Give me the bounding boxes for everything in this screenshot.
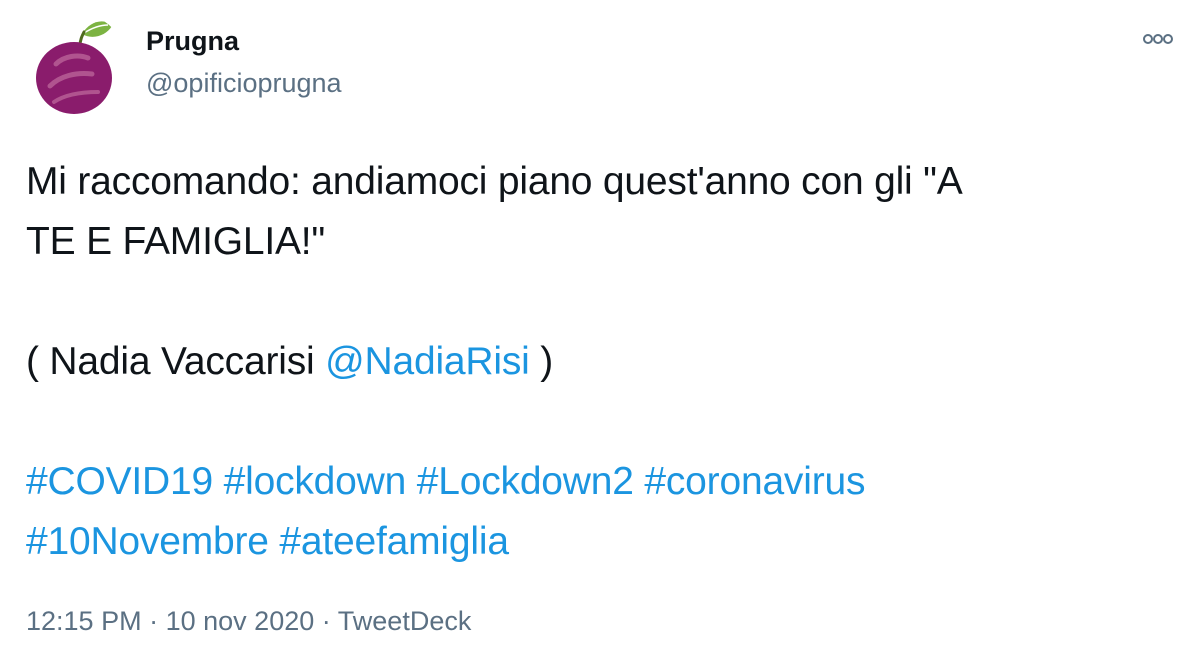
meta-separator: · [149,606,159,636]
tweet-text-line-2: TE E FAMIGLIA!" [26,220,326,263]
more-options-icon[interactable] [1140,28,1176,50]
tweet-meta: 12:15 PM · 10 nov 2020 · TweetDeck [26,606,471,637]
hashtag-link-10novembre[interactable]: #10Novembre [26,520,269,563]
plum-logo-icon [36,21,112,114]
avatar[interactable] [20,12,128,120]
author-display-name[interactable]: Prugna [146,26,239,57]
tweet-text-line-1: Mi raccomando: andiamoci piano quest'ann… [26,160,963,203]
tweet-timestamp-date[interactable]: 10 nov 2020 [166,606,315,636]
mention-link-nadiarisi[interactable]: @NadiaRisi [325,340,530,383]
hashtag-link-lockdown[interactable]: #lockdown [224,460,407,503]
credit-prefix: ( Nadia Vaccarisi [26,340,326,383]
hashtag-link-covid19[interactable]: #COVID19 [26,460,213,503]
hashtag-link-ateefamiglia[interactable]: #ateefamiglia [279,520,509,563]
tweet-credit-line: ( Nadia Vaccarisi @NadiaRisi ) [26,332,1176,392]
tweet-text: Mi raccomando: andiamoci piano quest'ann… [26,152,1176,572]
hashtag-link-coronavirus[interactable]: #coronavirus [644,460,865,503]
credit-suffix: ) [529,340,554,383]
tweet-timestamp-time[interactable]: 12:15 PM [26,606,142,636]
hashtag-link-lockdown2[interactable]: #Lockdown2 [417,460,634,503]
hashtag-line-2: #10Novembre #ateefamiglia [26,512,1176,572]
tweet-source-link[interactable]: TweetDeck [338,606,472,636]
hashtag-line-1: #COVID19 #lockdown #Lockdown2 #coronavir… [26,452,1176,512]
tweet-card: Prugna @opificioprugna Mi raccomando: an… [0,0,1200,653]
author-handle[interactable]: @opificioprugna [146,68,342,99]
meta-separator: · [321,606,331,636]
